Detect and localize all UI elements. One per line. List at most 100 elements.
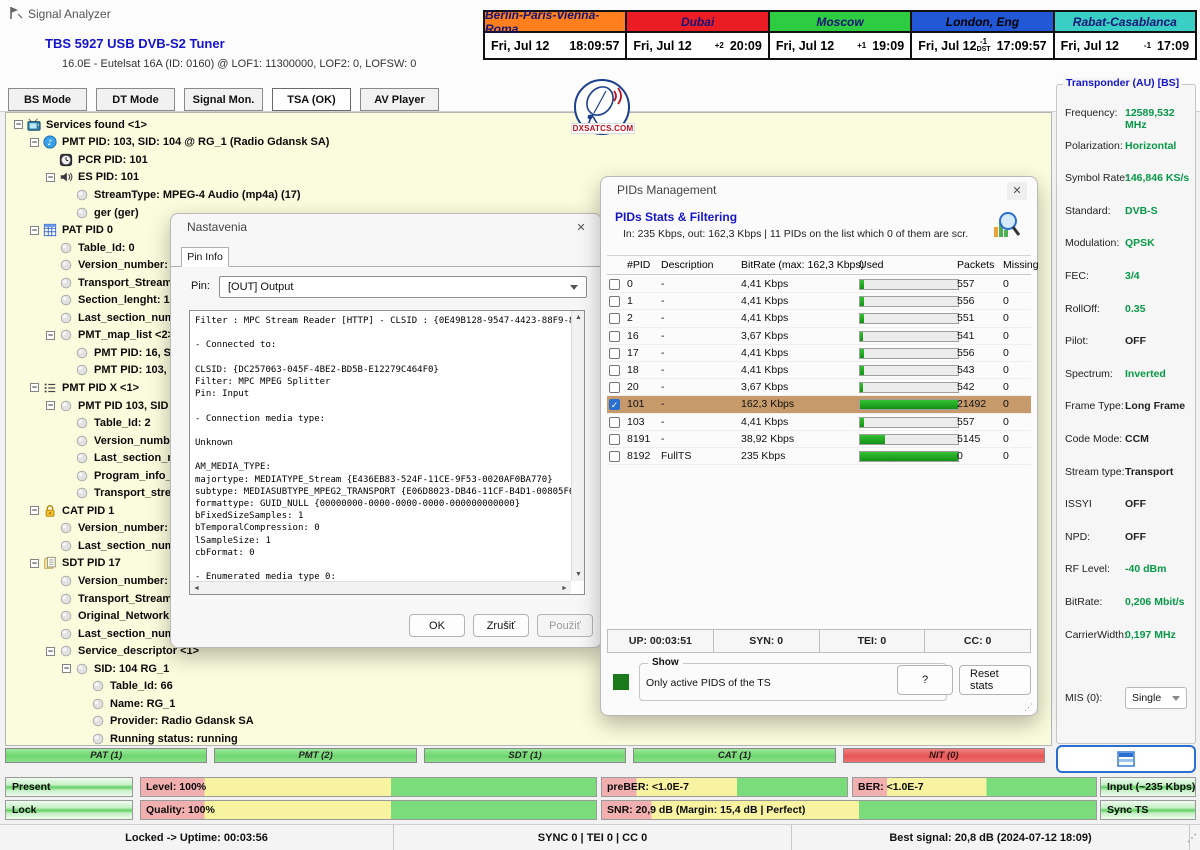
cancel-button[interactable]: Zrušiť: [473, 614, 529, 637]
horizontal-scrollbar[interactable]: ◄ ►: [190, 581, 571, 594]
used-bar-fill: [860, 400, 958, 409]
tree-expander-icon[interactable]: −: [46, 173, 55, 182]
pid-checkbox[interactable]: [609, 417, 620, 428]
pid-row[interactable]: 17-4,41 Kbps5560: [607, 345, 1031, 362]
pid-bitrate: 4,41 Kbps: [741, 364, 788, 376]
pid-checkbox[interactable]: [609, 331, 620, 342]
pid-description: -: [661, 433, 665, 445]
used-bar-fill: [860, 418, 864, 427]
tree-item-label: Version_number: 3: [78, 575, 177, 587]
tree-expander-icon[interactable]: −: [62, 664, 71, 673]
status-uptime: Locked -> Uptime: 00:03:56: [0, 825, 394, 850]
scroll-left-icon[interactable]: ◄: [190, 582, 203, 595]
pid-row[interactable]: 103-4,41 Kbps5570: [607, 414, 1031, 431]
pid-row[interactable]: 2-4,41 Kbps5510: [607, 310, 1031, 327]
tree-expander-icon[interactable]: −: [30, 559, 39, 568]
tree-item[interactable]: PCR PID: 101: [6, 151, 1051, 169]
pid-row[interactable]: 8192FullTS235 Kbps00: [607, 448, 1031, 465]
pid-checkbox[interactable]: [609, 348, 620, 359]
help-button[interactable]: ?: [897, 665, 953, 695]
pid-value: 2: [627, 312, 633, 324]
pid-row[interactable]: 8191-38,92 Kbps51450: [607, 431, 1031, 448]
sphere-icon: [75, 662, 90, 676]
pid-checkbox[interactable]: ✓: [609, 399, 620, 410]
tree-expander-icon[interactable]: −: [46, 331, 55, 340]
tree-item-label: PMT PID: 103, SID: 104 @ RG_1 (Radio Gda…: [62, 136, 329, 148]
pid-row[interactable]: 0-4,41 Kbps5570: [607, 276, 1031, 293]
tree-expander-icon[interactable]: −: [30, 506, 39, 515]
column-header[interactable]: BitRate (max: 162,3 Kbps): [741, 259, 864, 271]
ok-button[interactable]: OK: [409, 614, 465, 637]
sphere-icon: [75, 363, 90, 377]
column-header[interactable]: Used: [859, 259, 884, 271]
column-header[interactable]: #PID: [627, 259, 650, 271]
pid-value: 20: [627, 381, 639, 393]
close-icon[interactable]: ✕: [571, 219, 591, 237]
pid-missing: 0: [1003, 381, 1009, 393]
transponder-label: Frame Type:: [1065, 400, 1124, 412]
tab-dt-mode[interactable]: DT Mode: [96, 88, 175, 111]
pid-missing: 0: [1003, 312, 1009, 324]
scroll-down-icon[interactable]: ▼: [572, 568, 585, 581]
ts-record-button[interactable]: [1056, 745, 1196, 773]
tree-expander-icon[interactable]: −: [46, 647, 55, 656]
column-header[interactable]: Missing: [1003, 259, 1039, 271]
pid-row[interactable]: 16-3,67 Kbps5410: [607, 328, 1031, 345]
pid-row[interactable]: 1-4,41 Kbps5560: [607, 293, 1031, 310]
vertical-scrollbar[interactable]: ▲ ▼: [571, 311, 584, 581]
stream-counter: SYN: 0: [714, 630, 820, 652]
pid-row[interactable]: 18-4,41 Kbps5430: [607, 362, 1031, 379]
tab-tsa-ok[interactable]: TSA (OK): [272, 88, 351, 111]
pid-checkbox[interactable]: [609, 434, 620, 445]
pid-description: -: [661, 381, 665, 393]
pid-checkbox[interactable]: [609, 279, 620, 290]
pin-info-console[interactable]: Filter : MPC Stream Reader [HTTP] - CLSI…: [189, 310, 585, 595]
column-header[interactable]: Packets: [957, 259, 994, 271]
resize-grip[interactable]: ⋰: [1187, 833, 1197, 844]
tree-item[interactable]: −♪PMT PID: 103, SID: 104 @ RG_1 (Radio G…: [6, 134, 1051, 152]
pid-description: -: [661, 295, 665, 307]
transponder-value: QPSK: [1125, 237, 1155, 249]
pids-table: 0-4,41 Kbps55701-4,41 Kbps55602-4,41 Kbp…: [607, 276, 1031, 465]
tree-item-label: Services found <1>: [46, 119, 147, 131]
sphere-icon: [59, 399, 74, 413]
pid-checkbox[interactable]: [609, 451, 620, 462]
pid-bitrate: 4,41 Kbps: [741, 295, 788, 307]
tab-pin-info[interactable]: Pin Info: [181, 247, 229, 267]
pid-checkbox[interactable]: [609, 313, 620, 324]
tree-expander-icon[interactable]: −: [30, 383, 39, 392]
close-icon[interactable]: ✕: [1007, 182, 1027, 200]
tree-expander-icon[interactable]: −: [46, 401, 55, 410]
transponder-panel: Transponder (AU) [BS] Frequency:12589,53…: [1056, 84, 1196, 744]
pid-row[interactable]: 20-3,67 Kbps5420: [607, 379, 1031, 396]
reset-stats-button[interactable]: Reset stats: [959, 665, 1031, 695]
pid-checkbox[interactable]: [609, 382, 620, 393]
window-title: Signal Analyzer: [28, 7, 111, 21]
transponder-value: 0,206 Mbit/s: [1125, 596, 1185, 608]
tree-item[interactable]: Running status: running: [6, 730, 1051, 746]
tree-expander-icon[interactable]: −: [30, 226, 39, 235]
clock-date: Fri, Jul 12: [776, 39, 857, 53]
resize-grip[interactable]: ⋰: [1024, 702, 1033, 713]
pids-table-header[interactable]: #PID Description BitRate (max: 162,3 Kbps)…: [607, 255, 1031, 275]
apply-button[interactable]: Použiť: [537, 614, 593, 637]
tree-item[interactable]: − Services found <1>: [6, 116, 1051, 134]
used-bar: [859, 313, 959, 324]
pid-checkbox[interactable]: [609, 365, 620, 376]
tab-signal-mon[interactable]: Signal Mon.: [184, 88, 263, 111]
pid-checkbox[interactable]: [609, 296, 620, 307]
tab-bs-mode[interactable]: BS Mode: [8, 88, 87, 111]
scroll-right-icon[interactable]: ►: [558, 582, 571, 595]
tree-expander-icon[interactable]: −: [14, 120, 23, 129]
tab-av-player[interactable]: AV Player: [360, 88, 439, 111]
search-stats-icon[interactable]: [991, 209, 1021, 241]
pid-row[interactable]: ✓101-162,3 Kbps214920: [607, 396, 1031, 413]
tree-expander-icon[interactable]: −: [30, 138, 39, 147]
pid-value: 17: [627, 347, 639, 359]
scroll-up-icon[interactable]: ▲: [572, 311, 585, 324]
column-header[interactable]: Description: [661, 259, 714, 271]
show-filter-select[interactable]: Only active PIDS of the TS: [646, 672, 938, 694]
pin-select[interactable]: [OUT] Output: [219, 276, 587, 298]
mis-select[interactable]: Single: [1125, 687, 1187, 709]
pid-value: 1: [627, 295, 633, 307]
